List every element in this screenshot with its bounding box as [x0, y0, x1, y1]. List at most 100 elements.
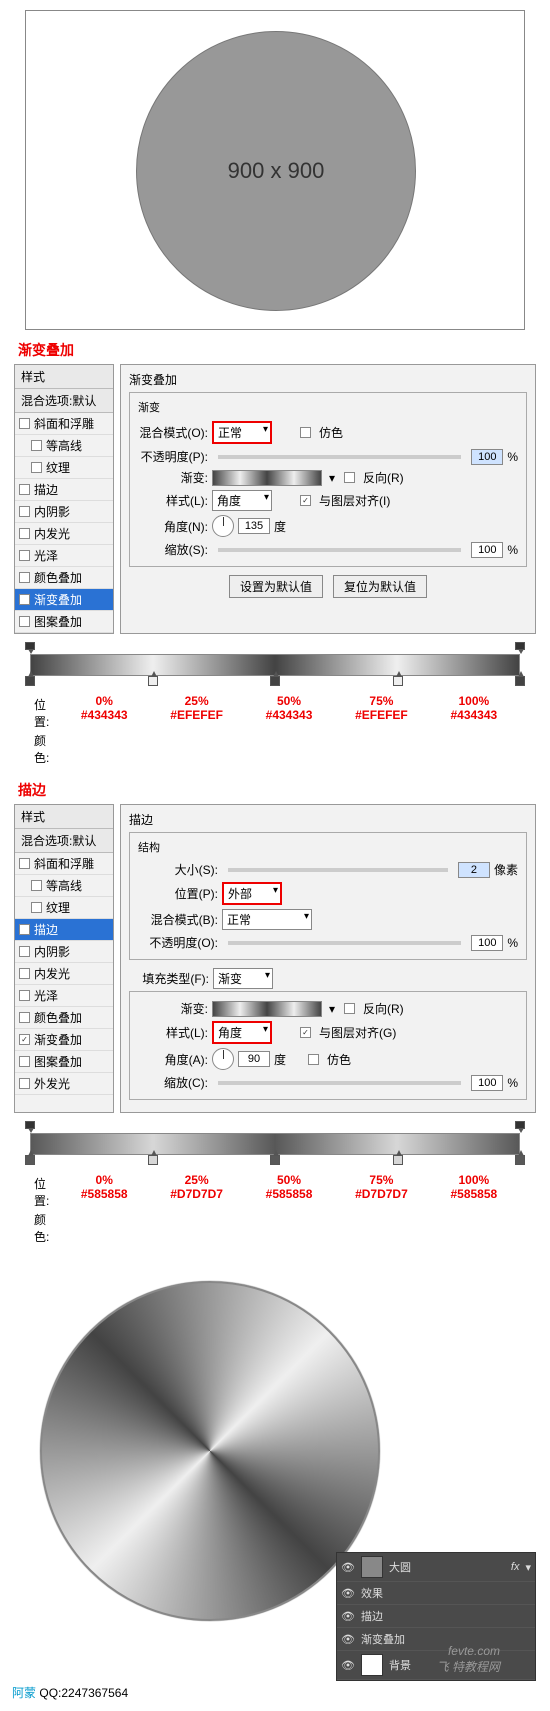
- style-checkbox[interactable]: [31, 902, 42, 913]
- fill-type-dropdown[interactable]: 渐变: [213, 968, 273, 989]
- opacity-slider[interactable]: [228, 941, 461, 945]
- style-item[interactable]: 等高线: [15, 435, 113, 457]
- style-checkbox[interactable]: [19, 550, 30, 561]
- reverse-checkbox[interactable]: [344, 1003, 355, 1014]
- style-item[interactable]: 内发光: [15, 963, 113, 985]
- style-dropdown[interactable]: 角度: [212, 490, 272, 511]
- gradient-stop[interactable]: [148, 676, 158, 686]
- angle-dial[interactable]: [212, 1048, 234, 1070]
- style-dropdown[interactable]: 角度: [212, 1021, 272, 1044]
- gradient-stop[interactable]: [515, 1155, 525, 1165]
- style-checkbox[interactable]: [31, 880, 42, 891]
- style-checkbox[interactable]: [19, 484, 30, 495]
- gradient-stop[interactable]: [148, 1155, 158, 1165]
- set-default-button[interactable]: 设置为默认值: [229, 575, 323, 598]
- visibility-icon[interactable]: 👁: [341, 1587, 355, 1600]
- style-item[interactable]: 纹理: [15, 457, 113, 479]
- style-item[interactable]: 外发光: [15, 1073, 113, 1095]
- gradient-stop[interactable]: [270, 676, 280, 686]
- style-item[interactable]: 斜面和浮雕: [15, 413, 113, 435]
- blend-header[interactable]: 混合选项:默认: [15, 829, 113, 853]
- style-checkbox[interactable]: [19, 506, 30, 517]
- reset-default-button[interactable]: 复位为默认值: [333, 575, 427, 598]
- opacity-input[interactable]: 100: [471, 935, 503, 951]
- gradient-stop[interactable]: [270, 1155, 280, 1165]
- visibility-icon[interactable]: 👁: [341, 1659, 355, 1672]
- layer-row[interactable]: 👁 大圆 fx ▾: [337, 1553, 535, 1582]
- style-checkbox[interactable]: [31, 462, 42, 473]
- style-checkbox[interactable]: [19, 594, 30, 605]
- style-checkbox[interactable]: [19, 858, 30, 869]
- effects-row[interactable]: 👁 效果: [337, 1582, 535, 1605]
- style-item[interactable]: 颜色叠加: [15, 567, 113, 589]
- scale-input[interactable]: 100: [471, 1075, 503, 1091]
- style-item[interactable]: 描边: [15, 919, 113, 941]
- opacity-slider[interactable]: [218, 455, 461, 459]
- dither-checkbox[interactable]: [300, 427, 311, 438]
- scale-slider[interactable]: [218, 1081, 461, 1085]
- gradient-preview[interactable]: [212, 1001, 322, 1017]
- style-checkbox[interactable]: [19, 1056, 30, 1067]
- deg-lbl: 度: [274, 518, 286, 535]
- gradient-stop[interactable]: [393, 676, 403, 686]
- style-checkbox[interactable]: [19, 990, 30, 1001]
- style-item[interactable]: 光泽: [15, 985, 113, 1007]
- style-item[interactable]: 斜面和浮雕: [15, 853, 113, 875]
- style-checkbox[interactable]: [19, 946, 30, 957]
- reverse-checkbox[interactable]: [344, 472, 355, 483]
- style-checkbox[interactable]: [19, 616, 30, 627]
- style-item[interactable]: 渐变叠加: [15, 1029, 113, 1051]
- style-item[interactable]: 内发光: [15, 523, 113, 545]
- gradient-stop[interactable]: [25, 1155, 35, 1165]
- style-checkbox[interactable]: [19, 1078, 30, 1089]
- style-checkbox[interactable]: [19, 1012, 30, 1023]
- blend-header[interactable]: 混合选项:默认: [15, 389, 113, 413]
- visibility-icon[interactable]: 👁: [341, 1561, 355, 1574]
- stroke-effect-row[interactable]: 👁 描边: [337, 1605, 535, 1628]
- props-panel-2: 描边 结构 大小(S): 2 像素 位置(P): 外部 混合模式(B): 正常 …: [120, 804, 536, 1113]
- align-checkbox[interactable]: [300, 1027, 311, 1038]
- fx-label: fx: [511, 1561, 520, 1573]
- opacity-input[interactable]: 100: [471, 449, 503, 465]
- dither-checkbox[interactable]: [308, 1054, 319, 1065]
- style-checkbox[interactable]: [19, 418, 30, 429]
- scale-slider[interactable]: [218, 548, 461, 552]
- gradient-preview[interactable]: [212, 470, 322, 486]
- size-slider[interactable]: [228, 868, 448, 872]
- scale-input[interactable]: 100: [471, 542, 503, 558]
- style-item[interactable]: 图案叠加: [15, 1051, 113, 1073]
- scale-lbl: 缩放(S):: [138, 541, 208, 558]
- style-checkbox[interactable]: [19, 1034, 30, 1045]
- visibility-icon[interactable]: 👁: [341, 1633, 355, 1646]
- gradient-stop[interactable]: [25, 676, 35, 686]
- position-dropdown[interactable]: 外部: [222, 882, 282, 905]
- angle-input[interactable]: 90: [238, 1051, 270, 1067]
- style-item[interactable]: 图案叠加: [15, 611, 113, 633]
- style-checkbox[interactable]: [19, 924, 30, 935]
- style-label: 斜面和浮雕: [34, 415, 94, 432]
- style-item[interactable]: 渐变叠加: [15, 589, 113, 611]
- angle-input[interactable]: 135: [238, 518, 270, 534]
- style-item[interactable]: 描边: [15, 479, 113, 501]
- style-item[interactable]: 内阴影: [15, 941, 113, 963]
- style-item[interactable]: 光泽: [15, 545, 113, 567]
- style-item[interactable]: 颜色叠加: [15, 1007, 113, 1029]
- reverse-lbl: 反向(R): [363, 469, 404, 486]
- align-checkbox[interactable]: [300, 495, 311, 506]
- style-item[interactable]: 纹理: [15, 897, 113, 919]
- gradient-stop[interactable]: [393, 1155, 403, 1165]
- style-item[interactable]: 内阴影: [15, 501, 113, 523]
- size-input[interactable]: 2: [458, 862, 490, 878]
- visibility-icon[interactable]: 👁: [341, 1610, 355, 1623]
- group-legend: 渐变: [138, 399, 518, 415]
- style-checkbox[interactable]: [19, 968, 30, 979]
- blend-mode-dropdown[interactable]: 正常: [212, 421, 272, 444]
- angle-dial[interactable]: [212, 515, 234, 537]
- style-checkbox[interactable]: [19, 572, 30, 583]
- blend-mode-dropdown[interactable]: 正常: [222, 909, 312, 930]
- chevron-down-icon[interactable]: ▾: [525, 1561, 531, 1574]
- style-checkbox[interactable]: [19, 528, 30, 539]
- style-item[interactable]: 等高线: [15, 875, 113, 897]
- style-checkbox[interactable]: [31, 440, 42, 451]
- gradient-stop[interactable]: [515, 676, 525, 686]
